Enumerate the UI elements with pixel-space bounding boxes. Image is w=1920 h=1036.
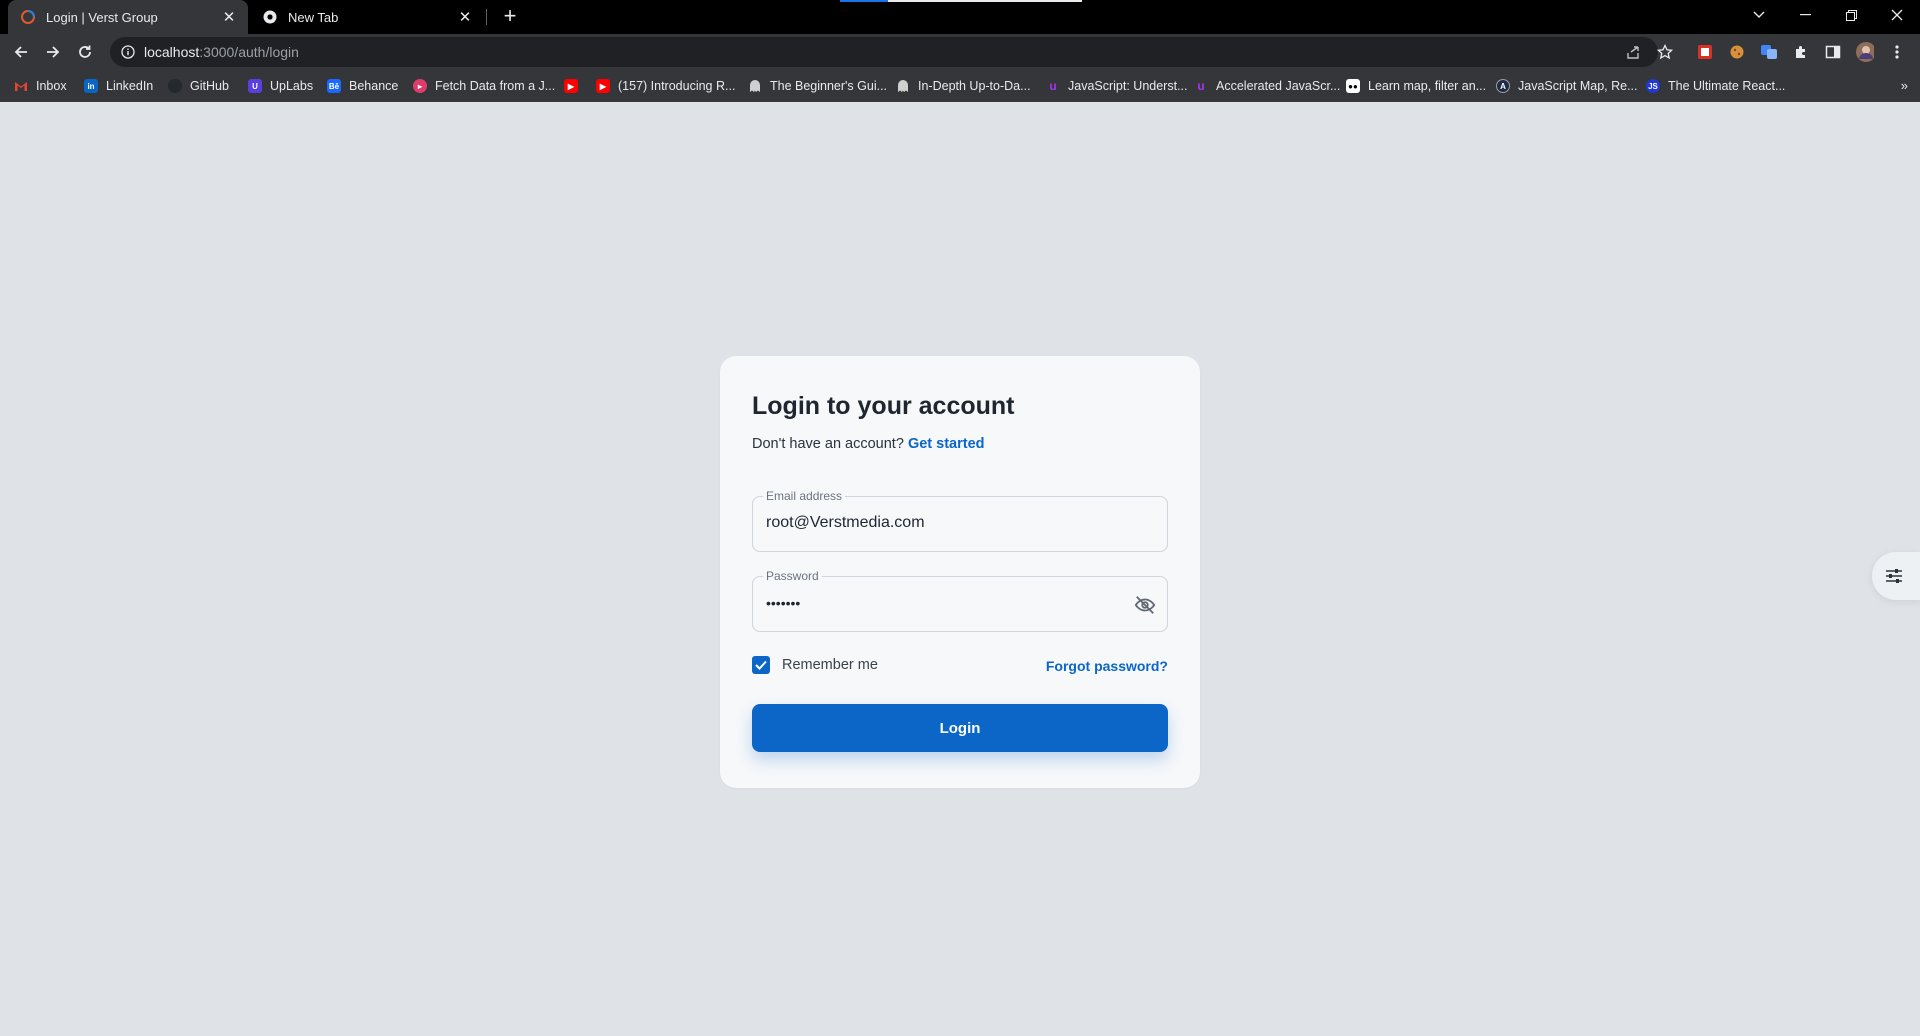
ghost-icon: [748, 79, 762, 93]
signup-prompt: Don't have an account? Get started: [752, 436, 985, 452]
pdf-extension-icon[interactable]: [1696, 43, 1714, 61]
bookmark-label: GitHub: [190, 79, 229, 93]
site-info-icon[interactable]: [120, 44, 136, 60]
email-label: Email address: [763, 489, 846, 503]
remember-me-label: Remember me: [782, 657, 878, 673]
url-path: :3000/auth/login: [199, 44, 299, 60]
close-tab-icon[interactable]: ✕: [220, 8, 238, 26]
site-icon: ▸: [413, 79, 427, 93]
bookmark-label: In-Depth Up-to-Da...: [918, 79, 1031, 93]
tab-login[interactable]: Login | Verst Group ✕: [8, 0, 248, 34]
bookmark-star-icon[interactable]: [1656, 43, 1674, 61]
uplabs-icon: U: [248, 79, 262, 93]
tab-title: New Tab: [288, 9, 339, 25]
remember-me-checkbox[interactable]: [752, 656, 770, 674]
tab-title: Login | Verst Group: [46, 9, 158, 25]
profile-avatar[interactable]: [1856, 42, 1874, 62]
bookmark-label: JavaScript Map, Re...: [1518, 79, 1638, 93]
bookmark-accelerated-js[interactable]: u Accelerated JavaScr...: [1194, 77, 1340, 95]
side-panel-icon[interactable]: [1824, 43, 1842, 61]
signup-prompt-text: Don't have an account?: [752, 436, 904, 452]
bookmark-beginners-guide[interactable]: The Beginner's Gui...: [748, 77, 887, 95]
forgot-password-link[interactable]: Forgot password?: [1046, 658, 1168, 674]
ghost-icon: [896, 79, 910, 93]
password-input[interactable]: •••••••: [766, 595, 1126, 611]
bookmark-introducing[interactable]: ▶ (157) Introducing R...: [596, 77, 735, 95]
verst-favicon-icon: [20, 9, 36, 25]
browser-tab-strip: Login | Verst Group ✕ New Tab ✕ +: [0, 0, 1920, 34]
extensions-puzzle-icon[interactable]: [1792, 43, 1810, 61]
reload-icon[interactable]: [72, 39, 98, 65]
remember-me[interactable]: Remember me: [752, 656, 878, 674]
cookie-extension-icon[interactable]: [1728, 43, 1746, 61]
chrome-icon: [262, 9, 278, 25]
kebab-menu-icon[interactable]: [1888, 43, 1906, 61]
bookmark-label: Fetch Data from a J...: [435, 79, 556, 93]
back-arrow-icon[interactable]: [8, 39, 34, 65]
bookmark-behance[interactable]: Bē Behance: [327, 77, 398, 95]
tab-search-button[interactable]: [1736, 0, 1782, 30]
bookmark-uplabs[interactable]: U UpLabs: [248, 77, 313, 95]
translate-extension-icon[interactable]: [1760, 43, 1778, 61]
bookmark-linkedin[interactable]: in LinkedIn: [84, 77, 153, 95]
tab-new-tab[interactable]: New Tab ✕: [252, 0, 484, 34]
behance-icon: Bē: [327, 79, 341, 93]
get-started-link[interactable]: Get started: [908, 436, 985, 452]
bookmark-label: Behance: [349, 79, 399, 93]
bookmark-label: The Beginner's Gui...: [770, 79, 888, 93]
gmail-icon: [14, 79, 28, 93]
email-input[interactable]: [766, 514, 1126, 532]
bookmark-javascript-map[interactable]: A JavaScript Map, Re...: [1496, 77, 1638, 95]
password-field[interactable]: Password •••••••: [752, 569, 1168, 632]
eye-off-icon[interactable]: [1133, 593, 1157, 617]
settings-sliders-icon[interactable]: [1872, 552, 1920, 600]
youtube-icon: ▶: [564, 79, 578, 93]
password-label: Password: [763, 569, 822, 583]
page-content: Login to your account Don't have an acco…: [0, 102, 1920, 1036]
github-icon: [168, 79, 182, 93]
login-card: Login to your account Don't have an acco…: [720, 356, 1200, 788]
forward-arrow-icon[interactable]: [40, 39, 66, 65]
new-tab-button[interactable]: +: [498, 5, 522, 29]
bookmarks-overflow-icon[interactable]: »: [1901, 78, 1908, 93]
address-bar[interactable]: localhost:3000/auth/login: [110, 37, 1658, 67]
bookmark-label: JavaScript: Underst...: [1068, 79, 1188, 93]
bookmark-fetch-data[interactable]: ▸ Fetch Data from a J...: [413, 77, 555, 95]
restore-button[interactable]: [1828, 0, 1874, 30]
bookmark-inbox[interactable]: Inbox: [14, 77, 67, 95]
bookmark-youtube[interactable]: ▶: [564, 77, 578, 95]
bookmark-label: Learn map, filter an...: [1368, 79, 1487, 93]
youtube-icon: ▶: [596, 79, 610, 93]
bookmarks-bar: Inbox in LinkedIn GitHub U UpLabs Bē Beh…: [0, 70, 1920, 102]
linkedin-icon: in: [84, 79, 98, 93]
login-button[interactable]: Login: [752, 704, 1168, 752]
bookmark-label: LinkedIn: [106, 79, 154, 93]
medium-icon: ●●: [1346, 79, 1360, 93]
bookmark-label: UpLabs: [270, 79, 314, 93]
url-host: localhost: [144, 44, 200, 60]
share-icon[interactable]: [1624, 43, 1642, 61]
udemy-icon: u: [1197, 79, 1205, 93]
close-tab-icon[interactable]: ✕: [456, 8, 474, 26]
bookmark-learn-map[interactable]: ●● Learn map, filter an...: [1346, 77, 1486, 95]
js-icon: JS: [1646, 79, 1660, 93]
bookmark-label: The Ultimate React...: [1668, 79, 1786, 93]
bookmark-label: Accelerated JavaScr...: [1216, 79, 1341, 93]
bookmark-label: Inbox: [36, 79, 67, 93]
page-title: Login to your account: [752, 392, 1015, 420]
tab-scroll-indicator: [840, 0, 1082, 2]
bookmark-javascript-understanding[interactable]: u JavaScript: Underst...: [1046, 77, 1188, 95]
bookmark-in-depth[interactable]: In-Depth Up-to-Da...: [896, 77, 1031, 95]
udemy-icon: u: [1049, 79, 1057, 93]
browser-toolbar: localhost:3000/auth/login: [0, 34, 1920, 70]
bookmark-github[interactable]: GitHub: [168, 77, 229, 95]
bookmark-label: (157) Introducing R...: [618, 79, 736, 93]
minimize-button[interactable]: [1782, 0, 1828, 30]
tab-separator: [486, 9, 487, 25]
a-icon: A: [1496, 79, 1510, 93]
close-window-button[interactable]: [1874, 0, 1920, 30]
bookmark-ultimate-react[interactable]: JS The Ultimate React...: [1646, 77, 1785, 95]
email-field[interactable]: Email address: [752, 489, 1168, 552]
